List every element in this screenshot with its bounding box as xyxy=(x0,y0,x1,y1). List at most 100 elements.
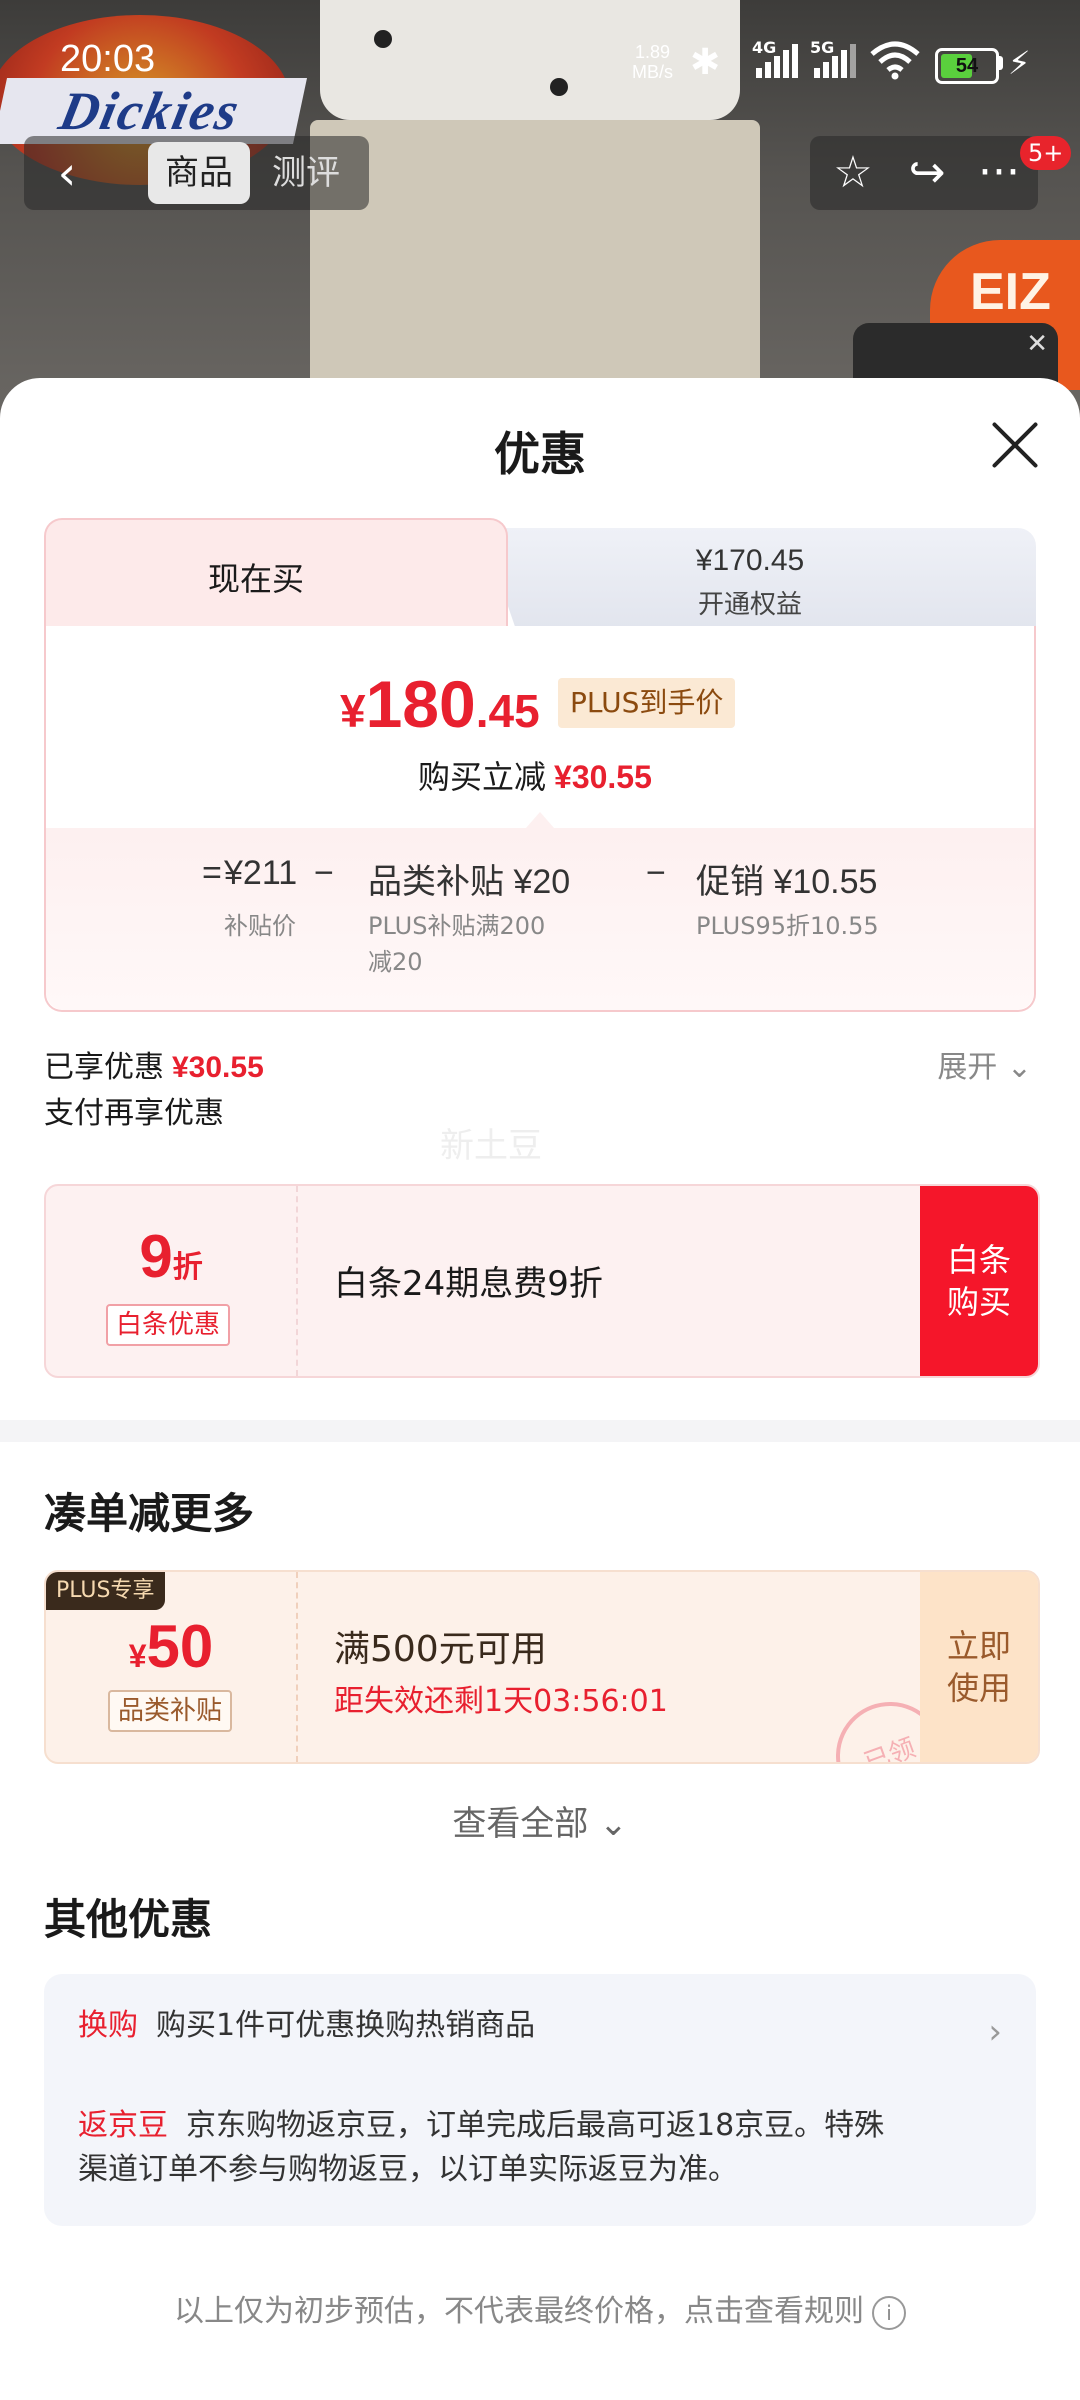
bluetooth-icon: ✱ xyxy=(690,42,721,83)
section-divider xyxy=(0,1420,1080,1442)
star-icon[interactable]: ☆ xyxy=(822,142,884,204)
jingdou-key: 返京豆 xyxy=(78,2108,168,2143)
enjoyed-value: ¥30.55 xyxy=(172,1051,264,1084)
tab-buy-now-label: 现在买 xyxy=(207,560,304,598)
category-subsidy-value: 品类补贴 ¥20 xyxy=(368,863,571,901)
plus-price-tag: PLUS到手价 xyxy=(558,678,736,728)
clock: 20:03 xyxy=(60,38,156,80)
coupon-currency: ¥ xyxy=(128,1638,147,1674)
jingdou-text: 渠道订单不参与购物返豆，以订单实际返豆为准。 xyxy=(78,2152,738,2187)
tab-buy-now[interactable]: 现在买 xyxy=(44,518,508,630)
network-5g-label: 5G xyxy=(810,38,835,57)
jingdou-text: 京东购物返京豆，订单完成后最高可返18京豆。特殊 xyxy=(186,2108,885,2143)
exchange-offer[interactable]: 换购 购买1件可优惠换购热销商品 xyxy=(78,2004,535,2048)
baitiao-rate-unit: 折 xyxy=(172,1250,203,1285)
subsidy-price-label: 补贴价 xyxy=(224,912,296,940)
coupon-amount: ¥50 xyxy=(46,1612,296,1681)
discount-sheet: 优惠 ¥170.45 开通权益 现在买 ¥180.45 PLUS到手价 购买立减… xyxy=(0,378,1080,2400)
price-breakdown: = ¥211 补贴价 − 品类补贴 ¥20 PLUS补贴满200 减20 − 促… xyxy=(46,828,1034,1010)
exchange-key: 换购 xyxy=(78,2008,138,2043)
category-subsidy-desc: PLUS补贴满200 xyxy=(368,912,546,940)
battery-percent: 54 xyxy=(955,55,979,77)
status-bar: 20:03 1.89 MB/s ✱ 4G 5G 54 ⚡ xyxy=(0,0,1080,120)
charging-icon: ⚡ xyxy=(1008,44,1031,82)
baitiao-offer-card[interactable]: 9折 白条优惠 白条24期息费9折 白条 购买 xyxy=(44,1184,1040,1378)
price-card: ¥170.45 开通权益 现在买 ¥180.45 PLUS到手价 购买立减 ¥30… xyxy=(44,518,1036,1012)
pay-more-heading: 支付再享优惠 xyxy=(44,1096,224,1131)
coupon-btn-line: 立即 xyxy=(946,1627,1011,1665)
enjoyed-discount: 已享优惠 ¥30.55 xyxy=(44,1042,264,1086)
close-icon[interactable]: ✕ xyxy=(1026,329,1048,359)
promo-value: 促销 ¥10.55 xyxy=(696,863,878,901)
rules-note[interactable]: 以上仅为初步预估，不代表最终价格，点击查看规则 i xyxy=(0,2286,1080,2330)
expand-label: 展开 xyxy=(937,1050,998,1085)
exchange-text: 购买1件可优惠换购热销商品 xyxy=(156,2008,536,2043)
coupon-btn-line: 使用 xyxy=(946,1669,1011,1707)
jingdou-offer: 返京豆 京东购物返京豆，订单完成后最高可返18京豆。特殊 渠道订单不参与购物返豆，… xyxy=(78,2104,884,2192)
promo-badge-text: EIZ xyxy=(970,263,1051,321)
enjoyed-label: 已享优惠 xyxy=(44,1050,164,1085)
other-offers-title: 其他优惠 xyxy=(44,1895,213,1944)
top-nav-left: ‹ 商品 测评 xyxy=(24,136,369,210)
net-speed-unit: MB/s xyxy=(632,62,674,82)
combine-title: 凑单减更多 xyxy=(44,1489,255,1538)
plus-benefit-label[interactable]: 开通权益 xyxy=(464,584,1036,621)
baitiao-rate-number: 9 xyxy=(139,1223,173,1290)
chevron-down-icon: ⌄ xyxy=(1006,1050,1032,1085)
tab-review[interactable]: 测评 xyxy=(272,142,340,204)
signal-5g-icon: 5G xyxy=(810,38,856,78)
reduce-label: 购买立减 xyxy=(418,758,547,796)
wifi-icon xyxy=(870,41,920,80)
tab-product[interactable]: 商品 xyxy=(148,142,250,204)
back-icon[interactable]: ‹ xyxy=(42,146,92,200)
plus-exclusive-badge: PLUS专享 xyxy=(46,1572,165,1610)
message-badge: 5+ xyxy=(1020,136,1072,170)
baitiao-desc: 白条24期息费9折 xyxy=(334,1264,603,1304)
expand-toggle[interactable]: 展开 ⌄ xyxy=(937,1042,1032,1086)
battery-icon: 54 xyxy=(935,48,999,84)
baitiao-buy-button[interactable]: 白条 购买 xyxy=(920,1186,1038,1376)
equals-sign: = xyxy=(202,854,222,892)
currency-symbol: ¥ xyxy=(340,685,366,737)
baitiao-tag: 白条优惠 xyxy=(106,1304,231,1346)
reduce-value: ¥30.55 xyxy=(554,759,652,795)
pointer-arrow xyxy=(526,812,554,828)
category-subsidy-desc: 减20 xyxy=(368,948,423,976)
share-icon[interactable]: ↪ xyxy=(896,142,958,204)
info-icon[interactable]: i xyxy=(872,2295,906,2330)
price-card-body: ¥180.45 PLUS到手价 购买立减 ¥30.55 = ¥211 补贴价 − … xyxy=(44,626,1036,1012)
top-nav-right: ☆ ↪ ··· xyxy=(810,136,1038,210)
final-price: ¥180.45 xyxy=(340,666,540,742)
plus-price[interactable]: ¥170.45 xyxy=(464,544,1036,578)
use-coupon-button[interactable]: 立即 使用 xyxy=(920,1572,1038,1762)
coupon-tag: 品类补贴 xyxy=(108,1690,233,1732)
close-icon[interactable] xyxy=(990,420,1040,470)
view-all-button[interactable]: 查看全部 ⌄ xyxy=(0,1796,1080,1845)
other-offers-box: 换购 购买1件可优惠换购热销商品 › 返京豆 京东购物返京豆，订单完成后最高可返18… xyxy=(44,1974,1036,2226)
baitiao-btn-line: 白条 xyxy=(946,1241,1011,1279)
baitiao-rate-panel: 9折 白条优惠 xyxy=(46,1186,298,1376)
view-all-label: 查看全部 xyxy=(452,1804,589,1844)
price-decimal: .45 xyxy=(475,685,540,737)
coupon-condition: 满500元可用 xyxy=(334,1629,547,1670)
promo-desc: PLUS95折10.55 xyxy=(696,912,879,940)
watermark: 新土豆 xyxy=(440,1126,542,1166)
rules-note-text: 以上仅为初步预估，不代表最终价格，点击查看规则 xyxy=(174,2294,864,2329)
battery-tip xyxy=(998,56,1003,70)
chevron-right-icon[interactable]: › xyxy=(988,2012,1002,2052)
chevron-down-icon: ⌄ xyxy=(599,1804,628,1844)
coupon-expiry: 距失效还剩1天03:56:01 xyxy=(334,1684,668,1719)
price-integer: 180 xyxy=(365,667,476,741)
signal-4g-icon: 4G xyxy=(752,38,798,78)
minus-sign: − xyxy=(646,854,666,892)
net-speed: 1.89 MB/s xyxy=(632,42,673,82)
instant-reduction: 购买立减 ¥30.55 xyxy=(418,752,652,798)
subsidy-price-value: ¥211 xyxy=(224,854,298,892)
network-4g-label: 4G xyxy=(752,38,777,57)
coupon-value: 50 xyxy=(146,1613,214,1680)
coupon-card[interactable]: ¥50 品类补贴 PLUS专享 满500元可用 距失效还剩1天03:56:01 … xyxy=(44,1570,1040,1764)
net-speed-value: 1.89 xyxy=(634,42,671,62)
minus-sign: − xyxy=(314,854,334,892)
sheet-title: 优惠 xyxy=(494,427,586,481)
product-shorts xyxy=(310,120,760,420)
